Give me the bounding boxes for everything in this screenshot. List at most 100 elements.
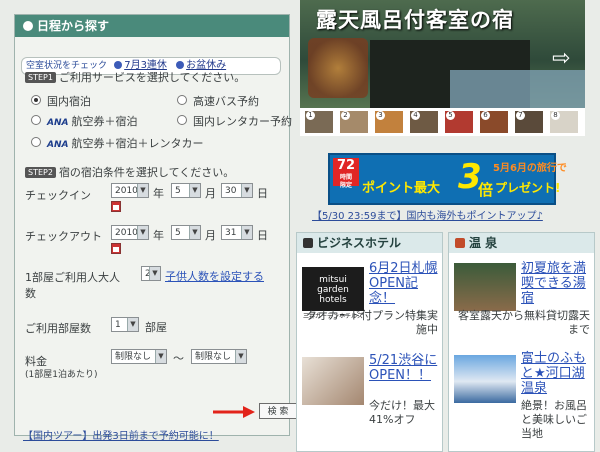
- promo-link[interactable]: 【5/30 23:59まで】国内も海外もポイントアップ♪: [312, 207, 543, 222]
- price-separator: 〜: [173, 352, 184, 365]
- adults-label-cont: 数: [25, 287, 36, 300]
- hero-thumbnail[interactable]: 8: [549, 110, 579, 134]
- bullet-icon: [114, 61, 123, 69]
- hero-thumbnail[interactable]: 7: [514, 110, 544, 134]
- year-unit: 年: [153, 229, 164, 242]
- hero-photo-lantern: [308, 38, 368, 98]
- hotel-desc-shibuya: 今だけ！最大41%オフ: [369, 399, 435, 426]
- checkout-day-select[interactable]: 31 ▼: [221, 225, 253, 240]
- onsen-title-2[interactable]: 富士のふもと★河口湖温泉: [521, 351, 591, 396]
- hero-thumbnail[interactable]: 1: [304, 110, 334, 134]
- thumb-number: 7: [516, 111, 525, 120]
- service-label: 航空券＋宿泊: [71, 115, 138, 128]
- select-value: 制限なし: [115, 352, 152, 362]
- step1-tag: STEP1: [25, 72, 56, 83]
- radio[interactable]: [31, 137, 41, 147]
- service-option-air-hotel[interactable]: ANA 航空券＋宿泊: [31, 113, 137, 129]
- checkout-label: チェックアウト: [25, 230, 102, 243]
- service-option-domestic-stay[interactable]: 国内宿泊: [31, 93, 91, 109]
- hotel-room-photo[interactable]: [302, 357, 364, 405]
- adults-select[interactable]: 2 ▼: [141, 266, 161, 281]
- checkin-year-select[interactable]: 2010 ▼: [111, 183, 149, 198]
- service-label: 国内レンタカー予約: [193, 115, 292, 128]
- chevron-down-icon: ▼: [137, 226, 148, 239]
- select-value: 制限なし: [195, 352, 232, 362]
- time-limited-badge: 72 時間 限定: [333, 158, 359, 189]
- price-max-select[interactable]: 制限なし ▼: [191, 349, 247, 364]
- select-value: 31: [225, 228, 237, 238]
- chevron-down-icon: ▼: [137, 184, 148, 197]
- radio[interactable]: [177, 95, 187, 105]
- onsen-title-1[interactable]: 初夏旅を満喫できる湯宿: [521, 261, 591, 306]
- service-option-air-hotel-car[interactable]: ANA 航空券＋宿泊＋レンタカー: [31, 135, 203, 151]
- thumb-number: 5: [446, 111, 455, 120]
- business-hotel-card: ビジネスホテル mitsui garden hotels 三井ガーデンホテルズ …: [296, 232, 443, 452]
- chevron-down-icon: ▼: [127, 318, 138, 331]
- point-campaign-banner[interactable]: 72 時間 限定 ポイント最大 3 倍 5月6月の旅行で プレゼント!: [328, 153, 567, 205]
- checkout-year-select[interactable]: 2010 ▼: [111, 225, 149, 240]
- hero-thumbnail[interactable]: 4: [409, 110, 439, 134]
- onsen-card: 温 泉 初夏旅を満喫できる湯宿 客室露天から無料貸切露天まで 富士のふもと★河口…: [448, 232, 595, 452]
- month-unit: 月: [205, 229, 216, 242]
- panel-title: 日程から探す: [37, 19, 110, 33]
- service-option-rentacar[interactable]: 国内レンタカー予約: [177, 113, 292, 129]
- radio[interactable]: [177, 115, 187, 125]
- checkout-month-select[interactable]: 5 ▼: [171, 225, 201, 240]
- year-unit: 年: [153, 187, 164, 200]
- adults-label: 1部屋ご利用人大人: [25, 271, 120, 284]
- search-button[interactable]: 検 索: [259, 403, 297, 419]
- hotel-title-shibuya[interactable]: 5/21渋谷にOPEN！！: [369, 353, 439, 383]
- arrow-right-icon: [213, 406, 255, 418]
- panel-header: 日程から探す: [15, 15, 289, 37]
- bullet-icon: [176, 61, 185, 69]
- service-option-bus[interactable]: 高速バス予約: [177, 93, 259, 109]
- card-header: 温 泉: [449, 233, 594, 253]
- month-unit: 月: [205, 187, 216, 200]
- select-value: 2010: [115, 186, 138, 196]
- logo-line2: hotels: [319, 295, 347, 305]
- service-label: 国内宿泊: [47, 95, 91, 108]
- hero-thumbnail[interactable]: 5: [444, 110, 474, 134]
- step1-heading: STEP1 ご利用サービスを選択してください。: [25, 69, 245, 85]
- promo-period: 5月6月の旅行で: [493, 163, 567, 174]
- hotel-title-sapporo[interactable]: 6月2日札幌OPEN記念！: [369, 261, 439, 306]
- onsen-desc-1: 客室露天から無料貸切露天まで: [458, 309, 590, 336]
- price-min-select[interactable]: 制限なし ▼: [111, 349, 167, 364]
- rooms-unit: 部屋: [145, 321, 167, 334]
- promo-point-text: ポイント最大: [362, 181, 441, 196]
- select-value: 1: [115, 320, 121, 330]
- logo-line1: mitsui garden: [317, 275, 349, 295]
- checkin-month-select[interactable]: 5 ▼: [171, 183, 201, 198]
- domestic-tour-link[interactable]: 【国内ツアー】出発3日前まで予約可能に！: [23, 427, 287, 443]
- card-title: 温 泉: [469, 236, 498, 250]
- child-count-link[interactable]: 子供人数を設定する: [165, 268, 264, 284]
- onsen-photo-1[interactable]: [454, 263, 516, 311]
- hotel-desc-sapporo: クオカード付プラン特集実施中: [306, 309, 438, 336]
- rooms-select[interactable]: 1 ▼: [111, 317, 139, 332]
- day-unit: 日: [257, 187, 268, 200]
- calendar-icon[interactable]: [111, 243, 121, 254]
- checkin-day-select[interactable]: 30 ▼: [221, 183, 253, 198]
- onsen-photo-fuji[interactable]: [454, 355, 516, 403]
- thumb-number: 3: [376, 111, 385, 120]
- promo-times: 倍: [478, 181, 494, 199]
- radio-selected[interactable]: [31, 95, 41, 105]
- next-arrow-icon[interactable]: ⇨: [552, 46, 570, 71]
- chevron-down-icon: ▼: [189, 184, 200, 197]
- radio[interactable]: [31, 115, 41, 125]
- hero-thumbnail[interactable]: 2: [339, 110, 369, 134]
- calendar-icon[interactable]: [111, 201, 121, 212]
- onsen-desc-2: 絶景！お風呂と美味しいご当地: [521, 399, 587, 440]
- select-value: 2010: [115, 228, 138, 238]
- thumb-number: 8: [551, 111, 560, 120]
- chevron-down-icon: ▼: [241, 184, 252, 197]
- hero-thumbnail[interactable]: 6: [479, 110, 509, 134]
- date-search-panel: 日程から探す 空室状況をチェック 7月3連休 お盆休み STEP1 ご利用サービス…: [14, 14, 297, 442]
- badge-number: 72: [336, 158, 356, 173]
- mitsui-garden-logo[interactable]: mitsui garden hotels 三井ガーデンホテルズ: [302, 267, 364, 320]
- hero-thumbnail[interactable]: 3: [374, 110, 404, 134]
- chevron-down-icon: ▼: [155, 350, 166, 363]
- step2-text: 宿の宿泊条件を選択してください。: [58, 166, 235, 179]
- rooms-label: ご利用部屋数: [25, 322, 91, 335]
- day-unit: 日: [257, 229, 268, 242]
